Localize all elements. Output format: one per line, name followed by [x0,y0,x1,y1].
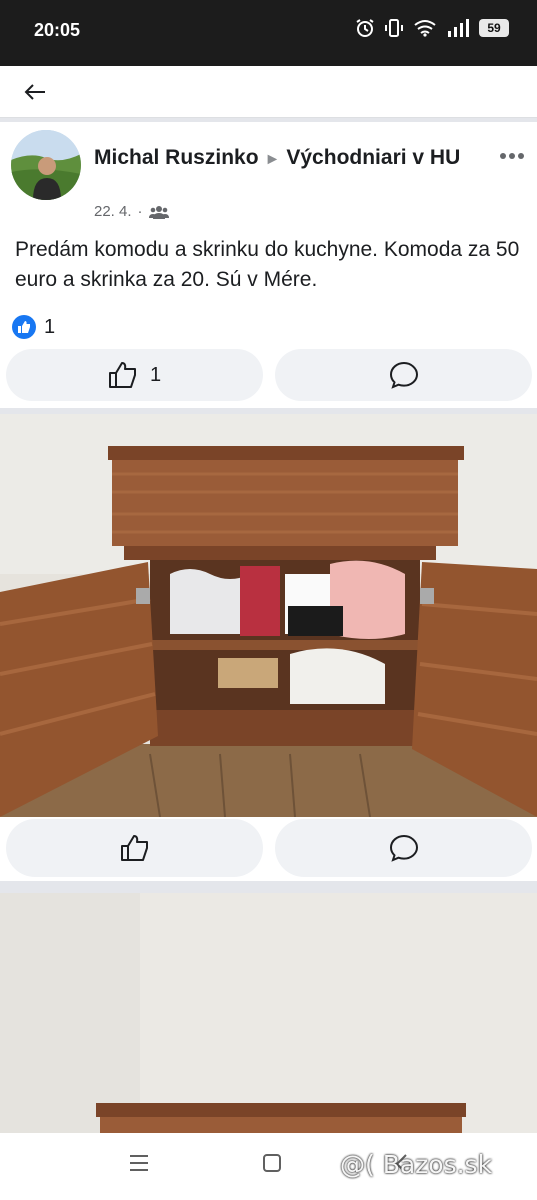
group-members-icon [148,205,169,219]
status-icons: 59 [355,18,509,38]
status-time: 20:05 [34,20,81,40]
comment-icon [389,834,418,862]
battery-icon: 59 [479,19,509,37]
menu-lines-icon [130,1155,148,1171]
reaction-summary[interactable]: 1 [12,315,55,339]
reaction-count: 1 [44,315,56,338]
photo-1-like-button[interactable] [6,819,263,877]
post-text: Predám komodu a skrinku do kuchyne. Komo… [15,238,520,291]
author-line: Michal Ruszinko ► Východniari v HU [94,142,474,175]
post-date[interactable]: 22. 4. [94,203,132,220]
group-name[interactable]: Východniari v HU [286,146,460,169]
meta-separator: · [137,203,143,220]
back-button[interactable] [18,78,52,106]
photo-1-comment-button[interactable] [275,819,532,877]
post-photo-1[interactable] [0,414,537,817]
arrow-left-icon [24,84,45,100]
home-button[interactable] [262,1153,282,1178]
triangle-right-icon: ► [264,151,281,168]
home-square-icon [263,1154,281,1172]
author-name[interactable]: Michal Ruszinko [94,146,259,169]
thumbs-up-icon [120,835,148,861]
signal-icon [448,19,469,37]
post-photo-2[interactable] [0,893,537,1133]
status-bar: 20:05 59 [0,0,537,66]
app-bar [0,66,537,118]
wifi-icon [414,20,436,37]
photo-1-actions [0,817,537,881]
alarm-icon [356,19,374,37]
post-card: Michal Ruszinko ► Východniari v HU 22. 4. … [0,122,537,408]
comment-icon [389,361,418,389]
avatar[interactable] [11,130,81,200]
ellipsis-icon [500,153,524,159]
comment-button[interactable] [275,349,532,401]
like-count: 1 [149,363,162,386]
like-reaction-icon [12,315,36,339]
vibrate-icon [385,19,403,37]
more-options-button[interactable] [499,140,525,166]
thumbs-up-icon [108,362,136,388]
watermark: @( Bazos.sk [340,1150,493,1179]
photo-1-action-row [6,819,532,877]
like-button[interactable]: 1 [6,349,263,401]
recent-apps-button[interactable] [128,1153,150,1178]
post-action-row: 1 [6,349,532,401]
post-meta: 22. 4. · [94,203,169,220]
